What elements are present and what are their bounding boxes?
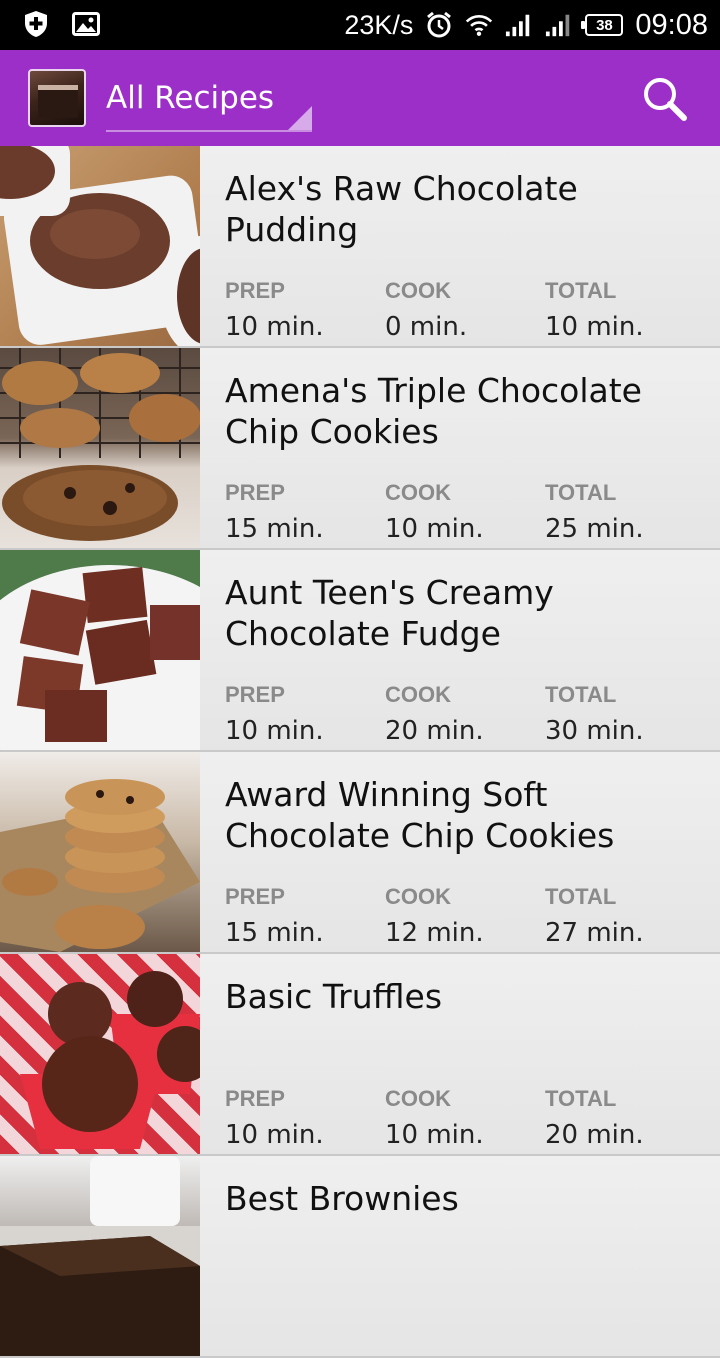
total-label: TOTAL bbox=[545, 682, 617, 707]
prep-time: 10 min. bbox=[225, 1120, 324, 1150]
soft-cookies-image bbox=[0, 752, 200, 952]
shield-icon bbox=[22, 10, 50, 38]
cook-time: 12 min. bbox=[385, 918, 484, 948]
recipe-row[interactable]: Amena's Triple Chocolate Chip Cookies PR… bbox=[0, 348, 720, 550]
prep-label: PREP bbox=[225, 1086, 285, 1111]
cook-label: COOK bbox=[385, 884, 451, 909]
total-label: TOTAL bbox=[545, 278, 617, 303]
total-label: TOTAL bbox=[545, 480, 617, 505]
total-label: TOTAL bbox=[545, 884, 617, 909]
chocolate-chip-cookies-image bbox=[0, 348, 200, 548]
signal-icon-2 bbox=[545, 11, 573, 39]
search-icon bbox=[644, 78, 687, 121]
recipe-title: Award Winning Soft Chocolate Chip Cookie… bbox=[225, 775, 615, 855]
dropdown-triangle-icon bbox=[288, 106, 312, 130]
recipe-row[interactable]: Basic Truffles PREP 10 min. COOK 10 min. T… bbox=[0, 954, 720, 1156]
recipe-row[interactable]: Aunt Teen's Creamy Chocolate Fudge PREP 1… bbox=[0, 550, 720, 752]
signal-icon-1 bbox=[505, 11, 533, 39]
cook-time: 10 min. bbox=[385, 1120, 484, 1150]
prep-time: 15 min. bbox=[225, 514, 324, 544]
recipe-row[interactable]: Best Brownies bbox=[0, 1156, 720, 1358]
category-spinner[interactable]: All Recipes bbox=[106, 68, 312, 132]
network-speed: 23K/s bbox=[344, 9, 414, 40]
app-logo-icon[interactable] bbox=[28, 69, 86, 127]
recipe-row[interactable]: Alex's Raw Chocolate Pudding PREP 10 min.… bbox=[0, 146, 720, 348]
cook-label: COOK bbox=[385, 1086, 451, 1111]
chocolate-pudding-image bbox=[0, 146, 200, 346]
total-time: 30 min. bbox=[545, 716, 644, 746]
truffles-image bbox=[0, 954, 200, 1154]
battery-icon: 38 bbox=[581, 14, 624, 36]
recipe-row[interactable]: Award Winning Soft Chocolate Chip Cookie… bbox=[0, 752, 720, 954]
search-button[interactable] bbox=[640, 74, 690, 124]
prep-time: 15 min. bbox=[225, 918, 324, 948]
recipe-list: Alex's Raw Chocolate Pudding PREP 10 min.… bbox=[0, 146, 720, 1358]
chocolate-fudge-image bbox=[0, 550, 200, 750]
recipe-title: Basic Truffles bbox=[225, 977, 443, 1016]
total-label: TOTAL bbox=[545, 1086, 617, 1111]
cook-label: COOK bbox=[385, 682, 451, 707]
clock: 09:08 bbox=[635, 8, 708, 41]
cook-time: 0 min. bbox=[385, 312, 468, 342]
category-spinner-label: All Recipes bbox=[106, 80, 275, 116]
brownies-image bbox=[0, 1156, 200, 1356]
cook-time: 20 min. bbox=[385, 716, 484, 746]
recipe-title: Aunt Teen's Creamy Chocolate Fudge bbox=[225, 573, 554, 653]
image-notification-icon bbox=[72, 10, 100, 38]
cook-label: COOK bbox=[385, 480, 451, 505]
alarm-icon bbox=[425, 11, 453, 39]
recipe-title: Best Brownies bbox=[225, 1179, 459, 1218]
total-time: 10 min. bbox=[545, 312, 644, 342]
prep-time: 10 min. bbox=[225, 716, 324, 746]
prep-time: 10 min. bbox=[225, 312, 324, 342]
total-time: 20 min. bbox=[545, 1120, 644, 1150]
prep-label: PREP bbox=[225, 884, 285, 909]
total-time: 27 min. bbox=[545, 918, 644, 948]
prep-label: PREP bbox=[225, 278, 285, 303]
recipe-title: Amena's Triple Chocolate Chip Cookies bbox=[225, 371, 642, 451]
prep-label: PREP bbox=[225, 480, 285, 505]
app-bar: All Recipes bbox=[0, 50, 720, 146]
cook-label: COOK bbox=[385, 278, 451, 303]
status-bar: 23K/s 38 09:08 bbox=[0, 0, 720, 50]
wifi-icon bbox=[465, 11, 493, 39]
recipe-title: Alex's Raw Chocolate Pudding bbox=[225, 169, 578, 249]
prep-label: PREP bbox=[225, 682, 285, 707]
total-time: 25 min. bbox=[545, 514, 644, 544]
cook-time: 10 min. bbox=[385, 514, 484, 544]
